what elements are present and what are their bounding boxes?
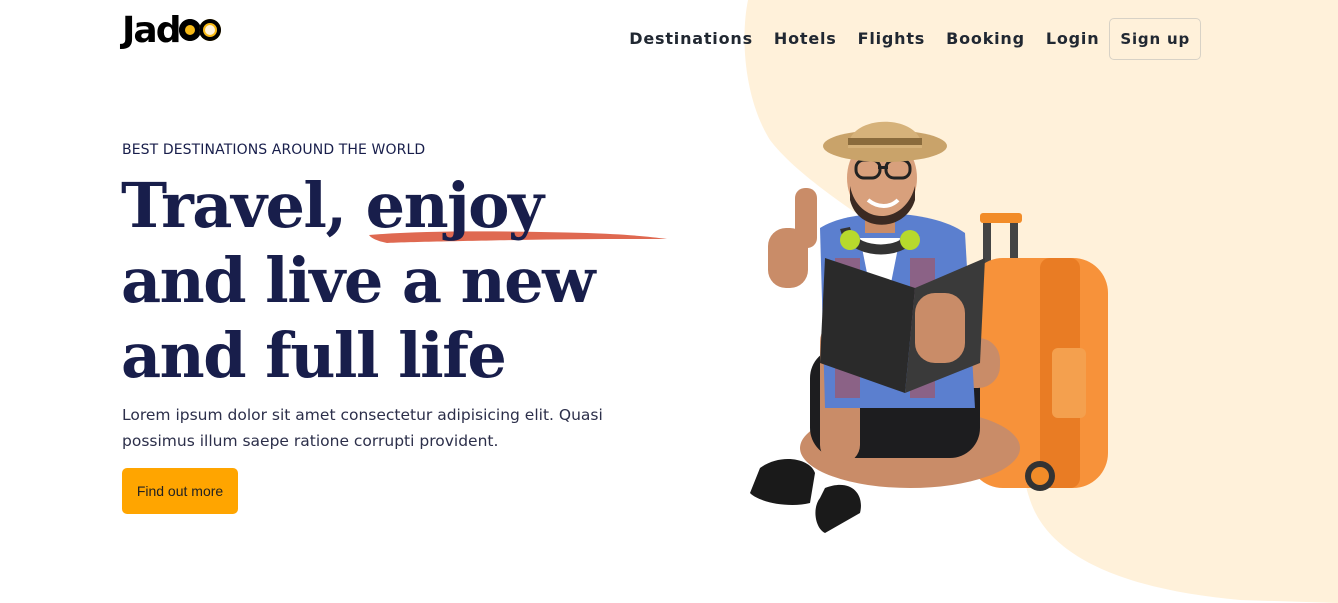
traveler-with-suitcase-image [750,121,1108,533]
find-out-more-button[interactable]: Find out more [122,468,238,514]
hero-tagline: BEST DESTINATIONS AROUND THE WORLD [122,142,426,158]
hero-headline: Travel, enjoy and live a new and full li… [121,168,721,393]
headline-line-2: and live a new [121,244,596,317]
headline-line-1: Travel, enjoy [121,169,544,242]
jadoo-logo[interactable]: Jad [122,10,222,51]
nav-flights[interactable]: Flights [858,20,926,58]
nav-hotels[interactable]: Hotels [774,20,837,58]
main-nav: Destinations Hotels Flights Booking Logi… [608,18,1201,60]
nav-destinations[interactable]: Destinations [629,20,753,58]
nav-login[interactable]: Login [1046,20,1100,58]
nav-booking[interactable]: Booking [946,20,1025,58]
logo-text: Jad [122,10,181,51]
logo-oo-mark [179,16,222,42]
hero-description: Lorem ipsum dolor sit amet consectetur a… [122,406,603,450]
signup-button[interactable]: Sign up [1109,18,1201,60]
headline-line-3: and full life [121,319,507,392]
